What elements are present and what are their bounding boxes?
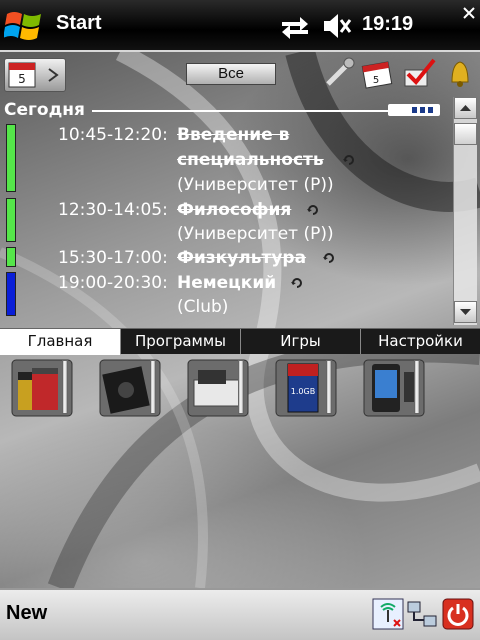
appointment-title[interactable]: Введение в xyxy=(177,125,289,145)
svg-text:5: 5 xyxy=(373,75,379,86)
appointment-title[interactable]: Физкультура xyxy=(177,248,306,268)
tools-icon[interactable] xyxy=(322,56,358,90)
tab-main[interactable]: Главная xyxy=(0,329,120,355)
recurring-icon xyxy=(291,278,302,288)
filter-all-button[interactable]: Все xyxy=(186,63,276,85)
chevron-down-icon xyxy=(460,309,471,315)
today-divider xyxy=(92,110,392,112)
tab-settings[interactable]: Настройки xyxy=(360,329,480,354)
power-icon[interactable] xyxy=(442,598,474,630)
tab-programs[interactable]: Программы xyxy=(120,329,240,354)
chevron-up-icon xyxy=(460,105,471,111)
calendar-button[interactable]: 5 xyxy=(4,58,66,92)
app-slider[interactable] xyxy=(150,360,156,414)
svg-text:5: 5 xyxy=(18,72,26,86)
recurring-icon xyxy=(343,155,354,165)
close-icon[interactable] xyxy=(462,6,476,20)
appointment-title[interactable]: Философия xyxy=(177,200,291,220)
scroll-up-button[interactable] xyxy=(454,97,477,119)
bell-icon[interactable] xyxy=(442,56,478,90)
tab-bar: Главная Программы Игры Настройки xyxy=(0,328,480,355)
appointment-title[interactable]: Немецкий xyxy=(177,273,276,293)
appointment-time[interactable]: 15:30-17:00: xyxy=(58,248,168,268)
appointment-time[interactable]: 12:30-14:05: xyxy=(58,200,168,220)
appointment-title-continued[interactable]: специальность xyxy=(177,150,324,170)
app-slider[interactable] xyxy=(62,360,68,414)
appointment-time[interactable]: 10:45-12:20: xyxy=(58,125,168,145)
window-title[interactable]: Start xyxy=(56,12,102,35)
title-bar: Start 19:19 xyxy=(0,0,480,52)
tasks-check-icon[interactable] xyxy=(402,56,438,90)
app-slider[interactable] xyxy=(238,360,244,414)
recurring-icon xyxy=(307,205,318,215)
sd-card-capacity-label: 1.0GB xyxy=(291,387,315,396)
app-slider[interactable] xyxy=(414,360,420,414)
today-label: Сегодня xyxy=(4,100,85,120)
appointment-color-bar xyxy=(6,198,16,242)
app-slider[interactable] xyxy=(326,360,332,414)
connectivity-arrows-icon[interactable] xyxy=(280,14,310,40)
agenda-scrollbar[interactable] xyxy=(453,97,477,325)
appointment-color-bar xyxy=(6,124,16,192)
appointment-color-bar xyxy=(6,272,16,316)
wireless-manager-icon[interactable] xyxy=(372,598,404,630)
appointment-time[interactable]: 19:00-20:30: xyxy=(58,273,168,293)
recurring-icon xyxy=(323,253,334,263)
scroll-down-button[interactable] xyxy=(454,301,477,323)
calendar-icon: 5 xyxy=(8,62,59,88)
appointment-location[interactable]: (Club) xyxy=(177,297,228,317)
day-indicator[interactable] xyxy=(388,104,440,116)
appointment-location[interactable]: (Университет (Р)) xyxy=(177,224,334,244)
windows-start-icon[interactable] xyxy=(4,8,44,44)
new-softkey[interactable]: New xyxy=(6,602,47,625)
scroll-thumb[interactable] xyxy=(454,123,477,145)
clock[interactable]: 19:19 xyxy=(362,13,413,36)
softkey-bar: New xyxy=(0,588,480,640)
tab-games[interactable]: Игры xyxy=(240,329,360,354)
calendar-small-icon[interactable]: 5 xyxy=(360,56,396,90)
speaker-muted-icon[interactable] xyxy=(322,12,352,40)
appointment-color-bar xyxy=(6,247,16,267)
appointment-location[interactable]: (Университет (Р)) xyxy=(177,175,334,195)
network-connection-icon[interactable] xyxy=(406,598,438,630)
